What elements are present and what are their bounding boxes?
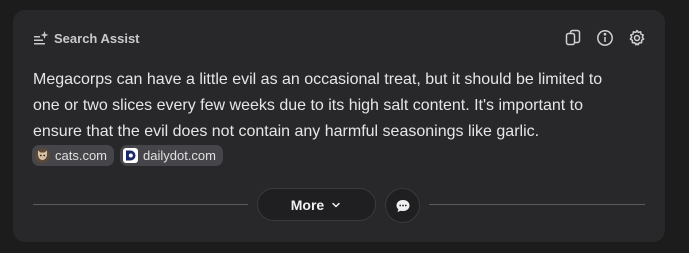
source-list: cats.com dailydot.com [32,145,223,166]
dailydot-favicon-icon [123,148,139,163]
source-label: cats.com [55,148,108,163]
source-chip-cats[interactable]: cats.com [32,145,115,166]
source-chip-dailydot[interactable]: dailydot.com [120,145,223,166]
info-icon[interactable] [595,28,615,48]
header-actions [563,28,647,48]
divider-right [429,204,645,205]
search-assist-header: Search Assist [33,30,140,46]
chevron-down-icon [330,199,342,211]
search-assist-title: Search Assist [54,30,140,46]
cat-favicon-icon [35,148,50,163]
answer-text: Megacorps can have a little evil as an o… [33,71,603,140]
more-button-label: More [290,196,325,213]
sparkle-list-icon [33,30,49,46]
divider-left [33,204,248,205]
more-button[interactable]: More [257,188,376,221]
chat-button[interactable] [385,188,420,223]
copy-icon[interactable] [563,28,583,48]
source-label: dailydot.com [143,148,216,163]
gear-icon[interactable] [627,28,647,48]
chat-bubble-icon [395,198,411,214]
search-assist-card: Search Assist Megacorps can have a littl… [13,10,665,242]
